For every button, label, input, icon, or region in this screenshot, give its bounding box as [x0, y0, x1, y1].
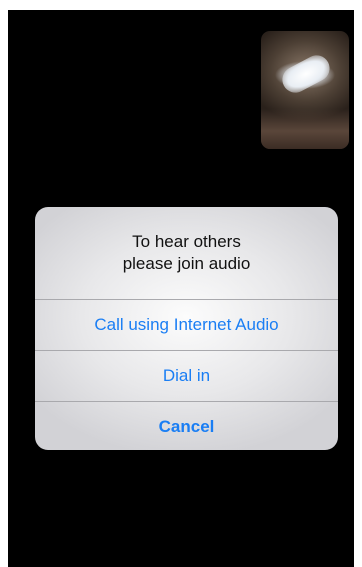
dialog-header: To hear others please join audio — [35, 207, 338, 299]
dial-in-button[interactable]: Dial in — [35, 350, 338, 401]
dialog-title: To hear others please join audio — [67, 231, 307, 275]
self-video-preview[interactable] — [261, 31, 349, 149]
cancel-button[interactable]: Cancel — [35, 401, 338, 450]
user-face-image — [261, 109, 349, 149]
join-audio-dialog: To hear others please join audio Call us… — [35, 207, 338, 450]
dialog-title-line-1: To hear others — [132, 232, 241, 251]
ceiling-light-image — [277, 50, 335, 98]
dialog-title-line-2: please join audio — [122, 254, 251, 273]
meeting-screen: To hear others please join audio Call us… — [8, 10, 354, 567]
call-internet-audio-button[interactable]: Call using Internet Audio — [35, 299, 338, 350]
